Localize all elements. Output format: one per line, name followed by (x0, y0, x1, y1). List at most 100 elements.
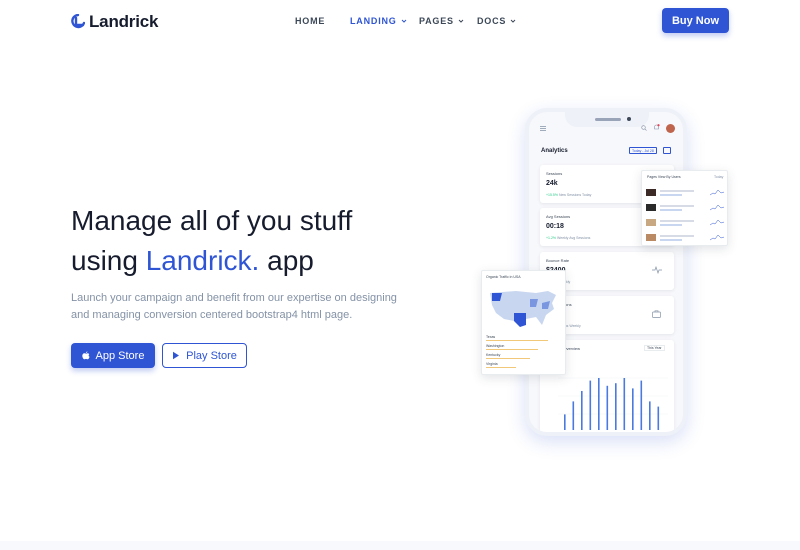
pulse-icon (652, 266, 662, 274)
hero-title: Manage all of you stuff using Landrick. … (71, 201, 401, 281)
main-menu: HOME LANDING PAGES DOCS (295, 16, 516, 26)
bell-icon (654, 124, 660, 130)
list-item (646, 202, 724, 214)
sparkline (710, 189, 724, 196)
nav-item-docs[interactable]: DOCS (477, 16, 516, 26)
hero-title-highlight: Landrick. (145, 245, 260, 276)
thumbnail (646, 219, 656, 226)
usa-map (490, 291, 556, 327)
pages-view-title: Pages View By Users (647, 175, 681, 179)
pages-view-card: Pages View By Users Today (641, 170, 728, 246)
avatar[interactable] (666, 124, 675, 133)
sparkline (710, 219, 724, 226)
briefcase-icon (652, 310, 661, 318)
nav-item-pages[interactable]: PAGES (419, 16, 477, 26)
chart-filter[interactable]: This Year (644, 345, 665, 351)
download-icon[interactable] (663, 147, 671, 154)
chevron-down-icon (510, 19, 516, 23)
chart-bar (598, 378, 600, 430)
date-range-text: Today - Jul 28 (632, 149, 654, 153)
play-store-label: Play Store (186, 349, 237, 362)
traffic-map-title: Organic Traffic in USA (486, 275, 521, 279)
chart-bar (564, 414, 566, 430)
list-item: Washington (486, 344, 562, 352)
hero-title-line2: using Landrick. app (71, 241, 401, 281)
chart-bar (615, 383, 617, 430)
chart-bar (606, 385, 609, 430)
app-store-button[interactable]: App Store (71, 343, 155, 368)
play-icon (173, 351, 180, 360)
state-bar (486, 340, 548, 342)
nav-item-label: PAGES (419, 16, 454, 26)
stat-label: Sessions (546, 171, 563, 176)
chart-filter-text: This Year (647, 346, 662, 350)
nav-item-label: HOME (295, 16, 326, 26)
play-store-button[interactable]: Play Store (162, 343, 247, 368)
row-line (660, 190, 694, 192)
top-navbar: Landrick HOME LANDING PAGES DOCS Buy Now (0, 0, 800, 42)
search-icon (641, 125, 647, 131)
stat-note-text: New Sessions Today (557, 193, 592, 197)
thumbnail (646, 189, 656, 196)
chart-bar (640, 380, 643, 430)
chart-bar (657, 406, 660, 430)
traffic-map-card: Organic Traffic in USA Texas Washington Ke… (481, 270, 566, 375)
row-line (660, 194, 682, 196)
thumbnail (646, 204, 656, 211)
stat-label: Bounce Rate (546, 258, 570, 263)
row-line (660, 239, 682, 241)
list-item (646, 232, 724, 244)
hero-title-suffix: app (259, 245, 314, 276)
sessions-bar-chart (558, 377, 668, 430)
pages-view-filter[interactable]: Today (714, 175, 723, 179)
stat-label: Avg Sessions (546, 214, 571, 219)
chart-bar (649, 401, 651, 430)
stat-note: +15.5% New Sessions Today (546, 193, 591, 197)
row-line (660, 224, 682, 226)
sparkline (710, 204, 724, 211)
stat-note: +1.2% Weekly Avg Sessions (546, 236, 590, 240)
chart-bar (572, 401, 575, 430)
state-bar (486, 367, 516, 369)
landrick-logo-icon (71, 14, 85, 29)
list-item: Virginia (486, 362, 562, 370)
nav-item-label: DOCS (477, 16, 507, 26)
section-divider (0, 541, 800, 550)
chart-bar (632, 388, 634, 430)
phone-notch (565, 112, 649, 127)
row-line (660, 209, 682, 211)
analytics-title: Analytics (541, 148, 568, 154)
stat-note-text: Weekly Avg Sessions (556, 236, 591, 240)
hero-subtitle: Launch your campaign and benefit from ou… (71, 292, 397, 321)
row-line (660, 205, 694, 207)
hamburger-icon (540, 126, 546, 131)
state-bar (486, 358, 530, 360)
chevron-down-icon (401, 19, 406, 23)
state-name: Kentucky (486, 353, 501, 357)
nav-item-home[interactable]: HOME (295, 16, 350, 26)
stat-delta: +15.5% (546, 193, 558, 197)
row-line (660, 235, 694, 237)
row-line (660, 220, 694, 222)
chart-bar (623, 378, 626, 430)
stat-value: 24k (546, 180, 558, 187)
buy-now-button[interactable]: Buy Now (662, 8, 729, 33)
state-name: Texas (486, 335, 496, 339)
list-item: Texas (486, 335, 562, 343)
hero-title-line1: Manage all of you stuff (71, 205, 353, 236)
brand-logo[interactable]: Landrick (71, 12, 158, 32)
apple-icon (81, 351, 90, 360)
state-name: Washington (486, 344, 505, 348)
hero-title-prefix: using (71, 245, 146, 276)
list-item (646, 217, 724, 229)
chart-bar (589, 380, 592, 430)
list-item (646, 187, 724, 199)
date-range-picker[interactable]: Today - Jul 28 (629, 147, 657, 154)
list-item: Kentucky (486, 353, 562, 361)
state-bar (486, 349, 538, 351)
app-store-label: App Store (95, 349, 145, 362)
brand-name: Landrick (89, 12, 159, 31)
sparkline (710, 234, 724, 241)
nav-item-landing[interactable]: LANDING (350, 16, 419, 26)
stat-delta: +1.2% (546, 236, 557, 240)
